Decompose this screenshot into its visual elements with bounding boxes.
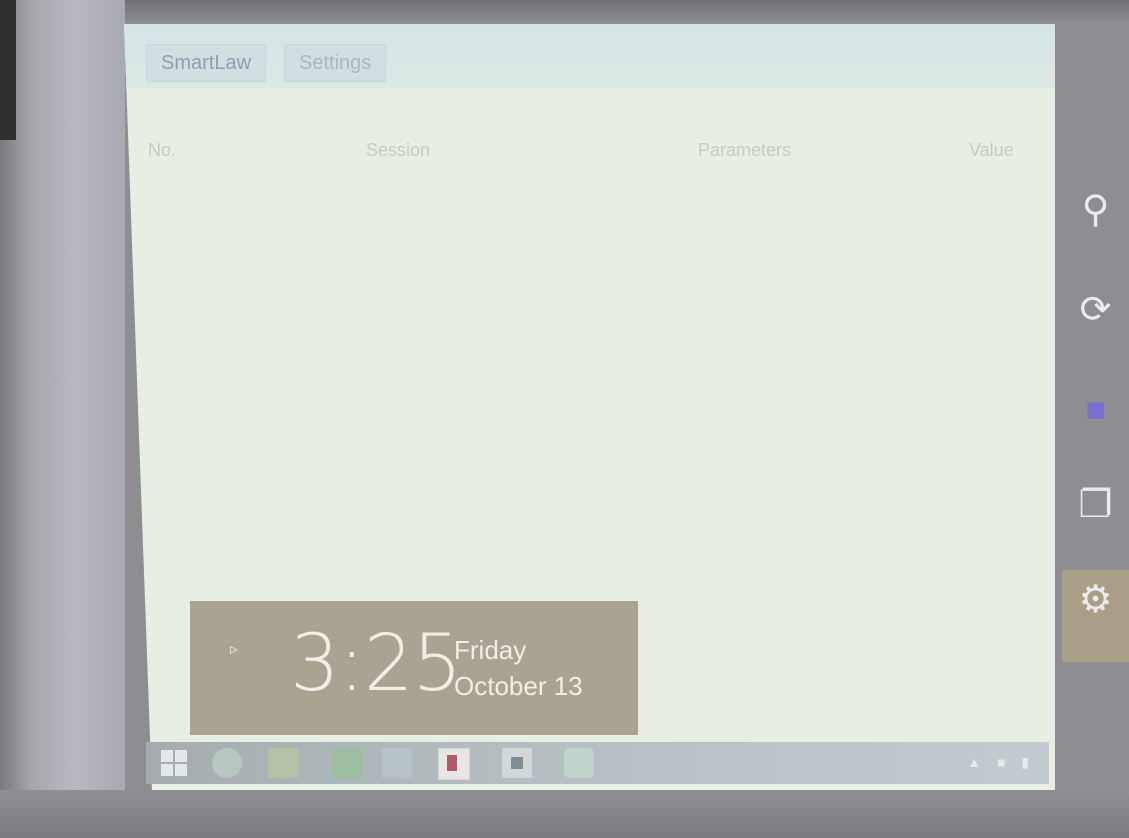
windows-start-icon[interactable]	[160, 748, 190, 778]
wall-top	[0, 0, 1129, 24]
charm-search[interactable]: ⚲	[1062, 180, 1129, 270]
charms-bar: ⚲ ⟳ ■ ❐ ⚙	[1062, 170, 1129, 670]
clock-time: 3:25	[290, 619, 462, 709]
taskbar-app-icon[interactable]	[564, 748, 594, 778]
share-icon: ⟳	[1079, 289, 1112, 331]
start-icon: ■	[1085, 391, 1106, 429]
taskbar-app-icon[interactable]	[382, 748, 412, 778]
tab-bar: SmartLaw Settings	[124, 24, 1055, 88]
taskbar: ▲ ■ ▮	[146, 742, 1049, 784]
charm-settings[interactable]: ⚙	[1062, 570, 1129, 662]
network-icon: ▹	[230, 641, 239, 658]
column-header-value[interactable]: Value	[969, 140, 1014, 161]
tab-settings[interactable]: Settings	[284, 44, 387, 82]
charm-start[interactable]: ■	[1062, 380, 1129, 470]
devices-icon: ❐	[1078, 484, 1113, 526]
charm-share[interactable]: ⟳	[1062, 280, 1129, 370]
column-header-parameters[interactable]: Parameters	[698, 140, 791, 161]
gear-icon: ⚙	[1078, 579, 1113, 621]
internet-explorer-icon[interactable]	[212, 748, 242, 778]
wall-bottom	[0, 790, 1129, 838]
column-header-session[interactable]: Session	[366, 140, 430, 161]
clock-day: Friday	[454, 635, 527, 665]
search-icon: ⚲	[1081, 189, 1110, 231]
taskbar-app-icon[interactable]	[438, 748, 470, 780]
column-header-no[interactable]: No.	[148, 140, 176, 161]
wall-left-dark	[0, 0, 16, 140]
tab-smartlaw[interactable]: SmartLaw	[146, 44, 267, 82]
wall-left	[0, 0, 125, 838]
list-header: No. Session Parameters Value	[124, 140, 1055, 170]
taskbar-app-icon[interactable]	[502, 748, 532, 778]
clock-panel: ▹ 3:25 Friday October 13	[190, 601, 638, 735]
file-explorer-icon[interactable]	[268, 748, 298, 778]
system-tray[interactable]: ▲ ■ ▮	[967, 754, 1035, 771]
clock-date: October 13	[454, 671, 583, 701]
charm-devices[interactable]: ❐	[1062, 475, 1129, 565]
store-icon[interactable]	[332, 748, 362, 778]
